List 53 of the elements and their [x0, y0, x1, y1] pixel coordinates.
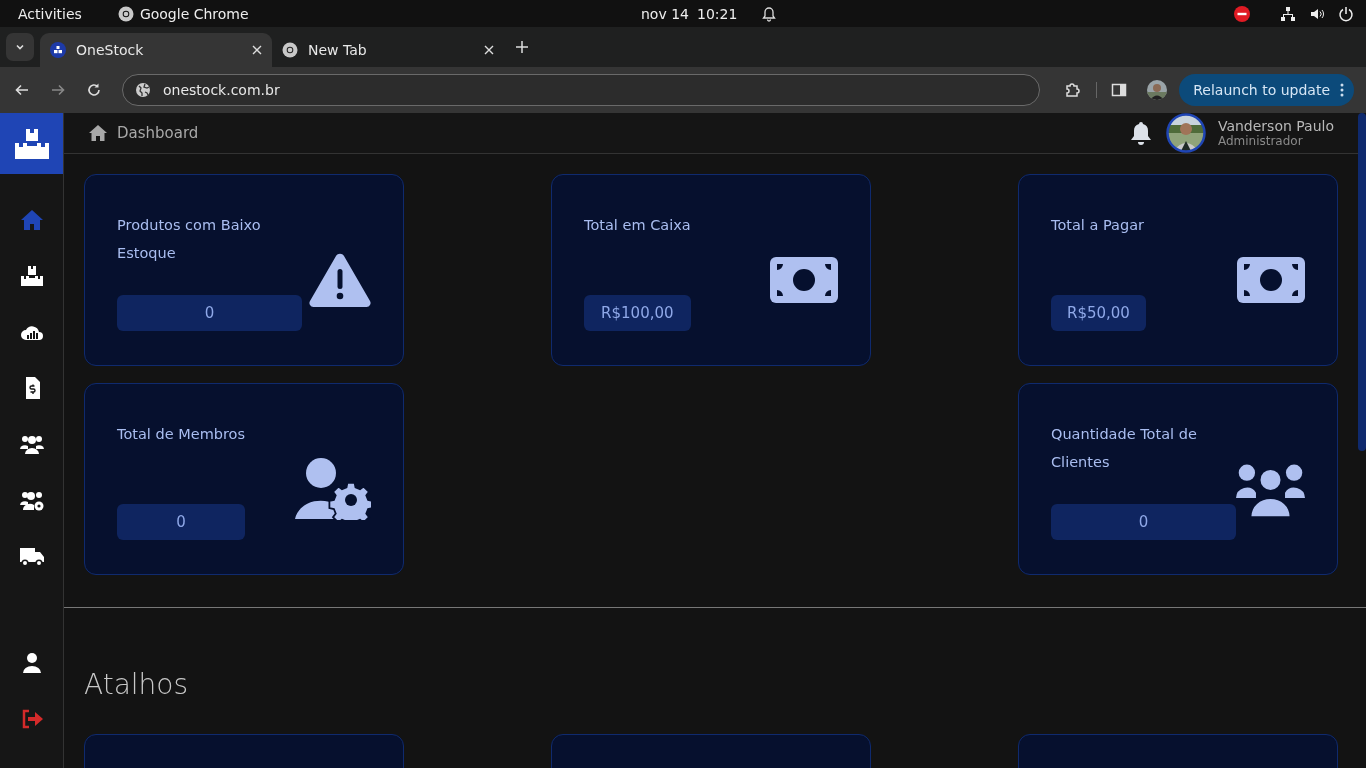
alarm-bell-icon[interactable]	[761, 5, 778, 22]
globe-icon[interactable]	[135, 82, 151, 98]
time-text[interactable]: 10:21	[697, 5, 738, 22]
date-text[interactable]: nov 14	[641, 5, 689, 22]
favicon-icon	[50, 42, 66, 58]
chrome-icon	[117, 5, 134, 22]
users-gear-icon[interactable]	[19, 489, 44, 511]
card-title: Total a Pagar	[1051, 216, 1145, 235]
app-logo[interactable]	[0, 113, 63, 174]
browser-tab[interactable]: OneStock	[40, 33, 272, 67]
app-name[interactable]: Google Chrome	[139, 5, 249, 22]
close-icon[interactable]	[484, 45, 494, 55]
banknote-icon	[1237, 257, 1305, 303]
card-title: Total de Membros	[117, 425, 246, 444]
activities-button[interactable]: Activities	[18, 5, 82, 22]
back-icon[interactable]	[14, 82, 30, 98]
warning-icon	[309, 253, 371, 307]
card-value: R$50,00	[1051, 295, 1146, 331]
address-bar[interactable]: onestock.com.br	[122, 74, 1041, 106]
relaunch-button[interactable]: Relaunch to update	[1179, 74, 1354, 106]
new-tab-icon[interactable]	[516, 41, 528, 53]
forward-icon[interactable]	[50, 82, 66, 98]
close-icon[interactable]	[252, 45, 262, 55]
browser-tab[interactable]: New Tab	[272, 33, 504, 67]
user-gear-icon	[295, 458, 371, 520]
scrollbar-thumb[interactable]	[1358, 113, 1366, 451]
section-title: Atalhos	[84, 667, 190, 703]
do-not-disturb-icon[interactable]	[1234, 5, 1250, 22]
home-icon[interactable]	[89, 125, 107, 141]
chrome-icon	[282, 42, 298, 58]
boxes-icon	[14, 128, 49, 159]
reload-icon[interactable]	[86, 82, 102, 98]
card-title: Total em Caixa	[584, 216, 691, 235]
card-title: Produtos com Baixo Estoque	[117, 216, 262, 263]
power-icon[interactable]	[1338, 5, 1354, 22]
side-panel-icon[interactable]	[1111, 82, 1128, 98]
card-title: Quantidade Total de Clientes	[1051, 425, 1198, 472]
caret-icon	[15, 42, 25, 52]
banknote-icon	[770, 257, 838, 303]
user-name: Vanderson Paulo	[1217, 118, 1334, 134]
card-value: 0	[1051, 504, 1236, 540]
card-value: 0	[117, 295, 302, 331]
card-value: 0	[117, 504, 246, 540]
users-icon[interactable]	[19, 433, 44, 455]
card-value: R$100,00	[584, 295, 691, 331]
boxes-icon[interactable]	[19, 265, 44, 287]
breadcrumb[interactable]: Dashboard	[117, 124, 199, 142]
user-role: Administrador	[1217, 134, 1304, 148]
more-icon[interactable]	[1340, 83, 1344, 97]
truck-icon[interactable]	[19, 545, 44, 567]
extensions-icon[interactable]	[1064, 81, 1083, 99]
network-icon[interactable]	[1280, 5, 1296, 22]
notification-bell-icon[interactable]	[1129, 121, 1152, 145]
